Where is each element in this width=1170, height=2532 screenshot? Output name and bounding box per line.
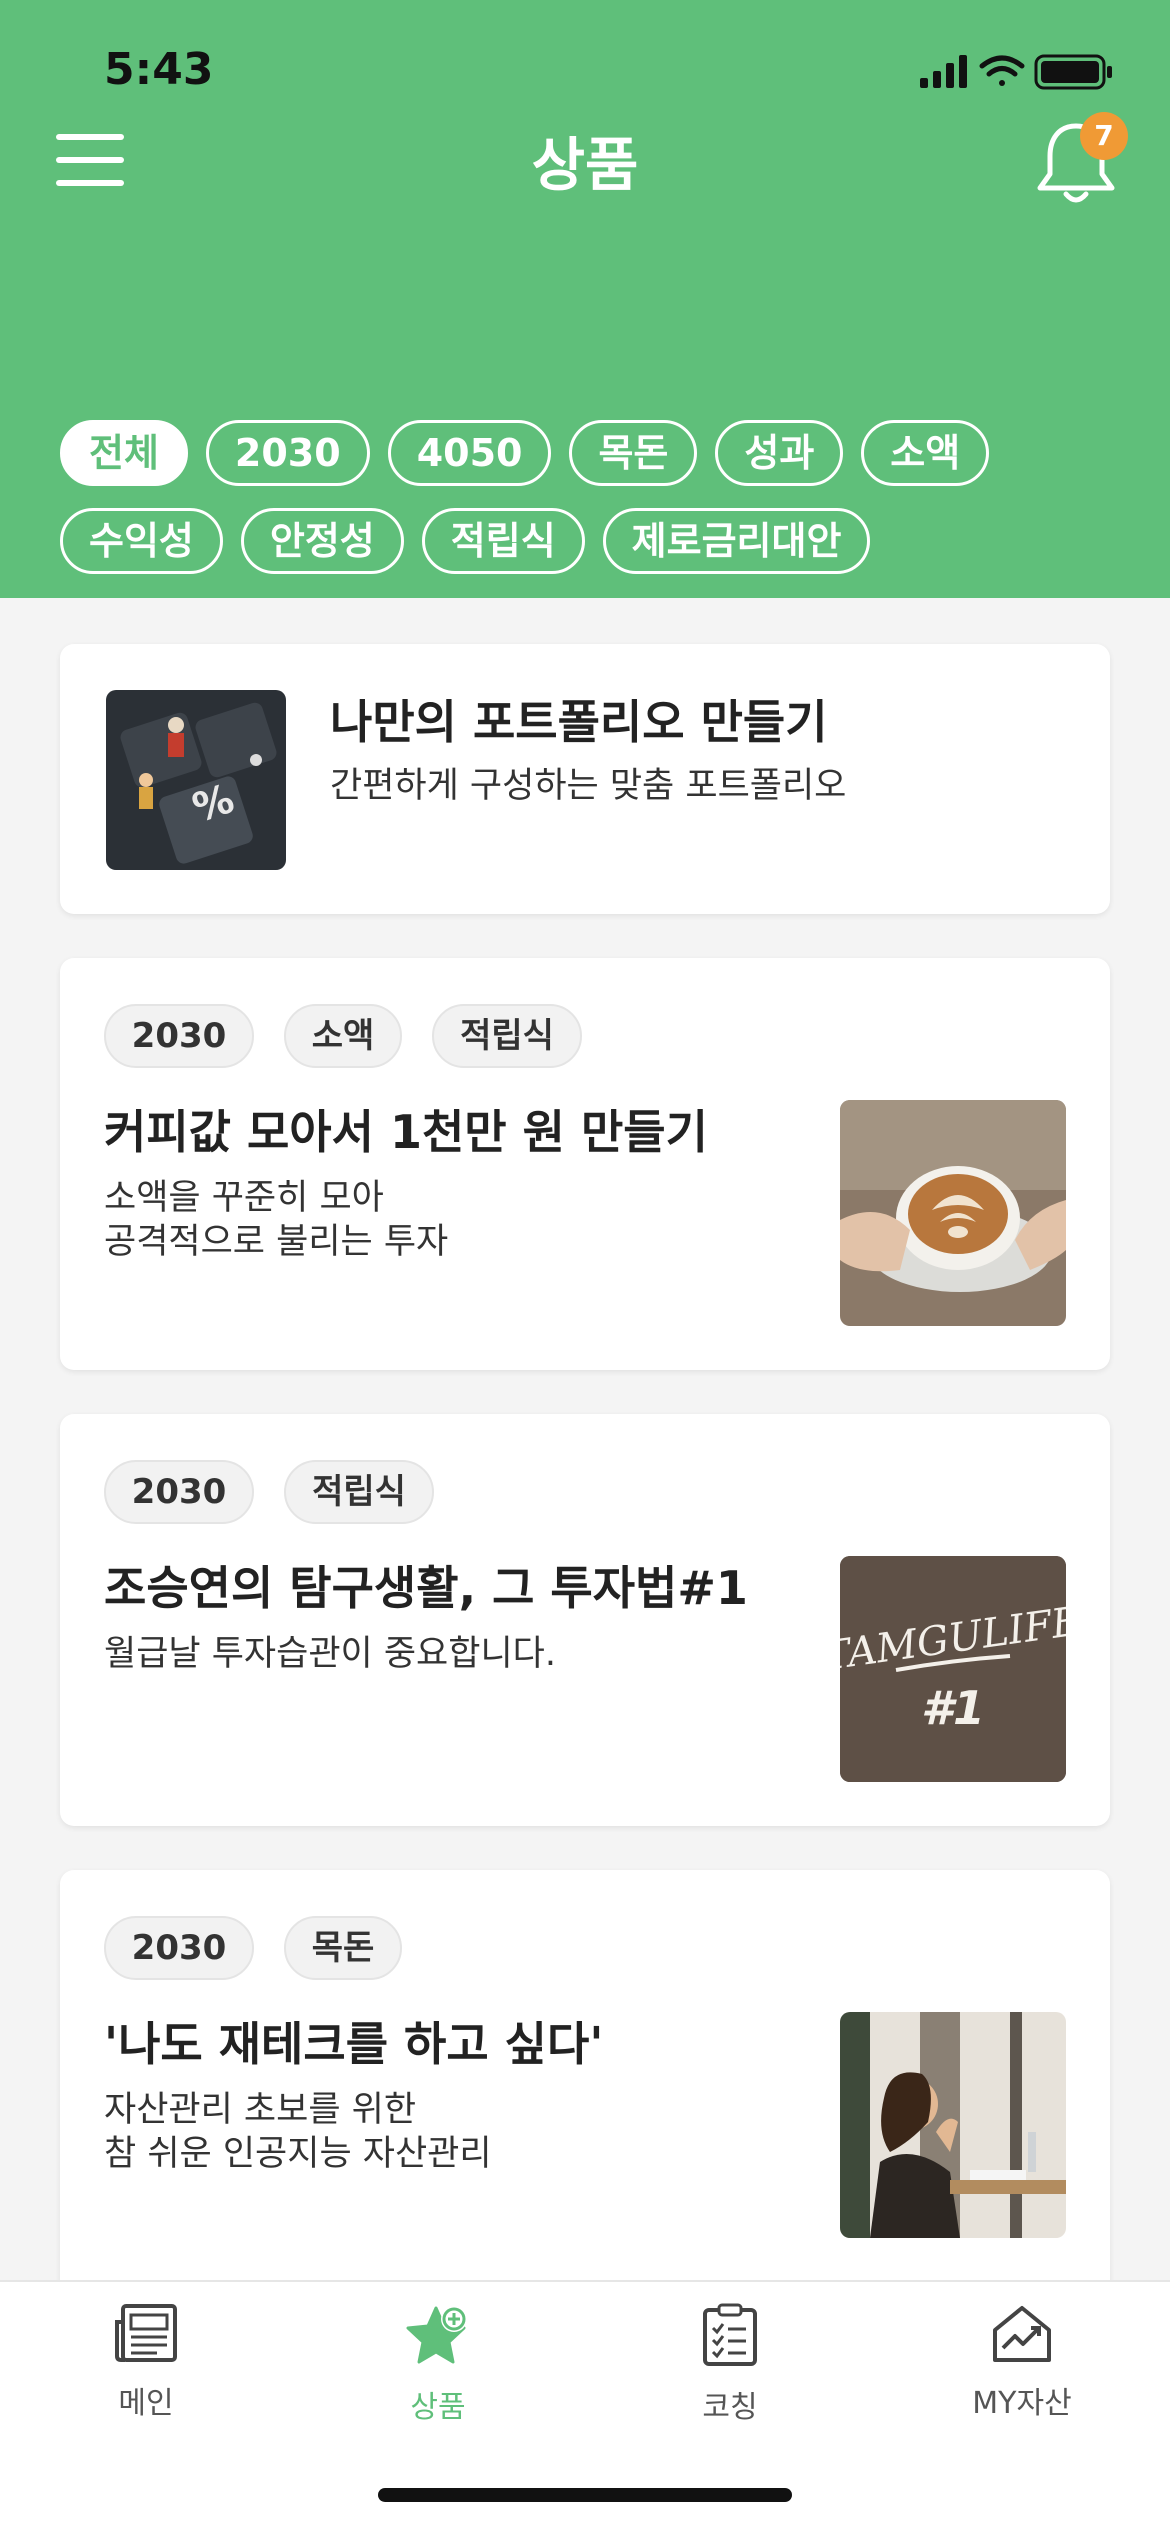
- tab-my-assets-label: MY자산: [972, 2386, 1072, 2421]
- header: 5:43 상품 7 전체 2030 4050 목돈 성과 소액 수익성 안정성 …: [0, 0, 1170, 598]
- filter-chip-lump-sum[interactable]: 목돈: [569, 420, 698, 486]
- tag-2030: 2030: [104, 1004, 254, 1068]
- page-title: 상품: [531, 131, 639, 199]
- filter-chip-4050[interactable]: 4050: [387, 420, 552, 486]
- wifi-icon: [979, 55, 1025, 86]
- tab-products-label: 상품: [410, 2390, 466, 2425]
- coffee-thumbnail: [840, 1100, 1066, 1326]
- product-description: 월급날 투자습관이 중요합니다.: [104, 1632, 556, 1676]
- filter-chip-stability[interactable]: 안정성: [240, 508, 404, 574]
- filter-chip-performance[interactable]: 성과: [715, 420, 844, 486]
- filter-row-2: 수익성 안정성 적립식 제로금리대안: [60, 508, 1140, 574]
- portfolio-card[interactable]: % 나만의 포트폴리오 만들기 간편하게 구성하는 맞춤 포트폴리오: [60, 644, 1110, 914]
- tab-main-label: 메인: [118, 2386, 174, 2421]
- house-chart-icon: [993, 2306, 1051, 2362]
- home-indicator: [378, 2488, 792, 2502]
- newspaper-icon: [115, 2304, 177, 2362]
- filter-chip-2030[interactable]: 2030: [205, 420, 370, 486]
- tamgulife-thumbnail: TAMGULIFE #1: [840, 1556, 1066, 1782]
- tag-installment: 적립식: [432, 1004, 582, 1068]
- portfolio-card-title: 나만의 포트폴리오 만들기: [330, 695, 828, 749]
- filter-chips: 전체 2030 4050 목돈 성과 소액 수익성 안정성 적립식 제로금리대안: [60, 420, 1140, 596]
- product-description-line: 월급날 투자습관이 중요합니다.: [104, 1634, 556, 1674]
- product-description-line: 소액을 꾸준히 모아: [104, 1178, 384, 1218]
- tag-installment: 적립식: [284, 1460, 434, 1524]
- tag-2030: 2030: [104, 1916, 254, 1980]
- product-title: 커피값 모아서 1천만 원 만들기: [104, 1105, 708, 1159]
- filter-chip-profitability[interactable]: 수익성: [60, 508, 223, 574]
- status-time: 5:43: [104, 44, 214, 95]
- clipboard-icon: [703, 2303, 757, 2366]
- product-description-line: 공격적으로 불리는 투자: [104, 1222, 449, 1262]
- battery-icon: [1034, 54, 1112, 90]
- product-description-line: 자산관리 초보를 위한: [104, 2090, 417, 2130]
- product-description: 자산관리 초보를 위한 참 쉬운 인공지능 자산관리: [104, 2088, 492, 2176]
- portfolio-card-description: 간편하게 구성하는 맞춤 포트폴리오: [330, 766, 847, 806]
- tab-main[interactable]: 메인: [46, 2302, 246, 2422]
- product-card[interactable]: 2030 목돈 '나도 재테크를 하고 싶다' 자산관리 초보를 위한 참 쉬운…: [60, 1870, 1110, 2310]
- tag-small-amount: 소액: [284, 1004, 402, 1068]
- tag-lump-sum: 목돈: [284, 1916, 402, 1980]
- status-icons: [920, 54, 1112, 90]
- filter-chip-small-amount[interactable]: 소액: [861, 420, 990, 486]
- product-title: '나도 재테크를 하고 싶다': [104, 2017, 604, 2071]
- tamgulife-number: #1: [921, 1681, 985, 1735]
- tab-coaching[interactable]: 코칭: [630, 2302, 830, 2426]
- product-card[interactable]: 2030 소액 적립식 커피값 모아서 1천만 원 만들기 소액을 꾸준히 모아…: [60, 958, 1110, 1370]
- product-description-line: 참 쉬운 인공지능 자산관리: [104, 2134, 492, 2174]
- product-card[interactable]: 2030 적립식 조승연의 탐구생활, 그 투자법#1 월급날 투자습관이 중요…: [60, 1414, 1110, 1826]
- tab-products[interactable]: 상품: [338, 2302, 538, 2426]
- filter-chip-all[interactable]: 전체: [60, 420, 188, 486]
- portfolio-thumbnail: %: [106, 690, 286, 870]
- star-plus-icon: [406, 2306, 467, 2364]
- woman-thinking-thumbnail: [840, 2012, 1066, 2238]
- tab-my-assets[interactable]: MY자산: [922, 2302, 1122, 2422]
- product-description: 소액을 꾸준히 모아 공격적으로 불리는 투자: [104, 1176, 448, 1264]
- filter-row-1: 전체 2030 4050 목돈 성과 소액: [60, 420, 1140, 486]
- product-title: 조승연의 탐구생활, 그 투자법#1: [104, 1561, 748, 1615]
- tab-coaching-label: 코칭: [702, 2390, 758, 2425]
- tag-2030: 2030: [104, 1460, 254, 1524]
- filter-chip-installment[interactable]: 적립식: [421, 508, 585, 574]
- notification-badge: 7: [1080, 112, 1128, 160]
- signal-icon: [920, 55, 967, 88]
- filter-chip-zero-rate-alt[interactable]: 제로금리대안: [602, 508, 871, 574]
